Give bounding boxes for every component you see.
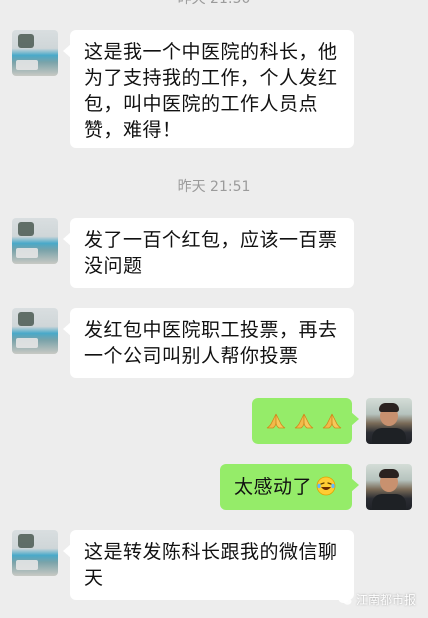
chat-window: 昨天 21:50 这是我一个中医院的科长，他为了支持我的工作，个人发红包，叫中医… (0, 0, 428, 618)
message-text: 太感动了 (234, 476, 313, 498)
praying-hands-icon (266, 412, 286, 430)
praying-hands-icon (294, 412, 314, 430)
user-avatar[interactable] (366, 464, 412, 510)
message-bubble-incoming[interactable]: 这是转发陈科长跟我的微信聊天 (63, 530, 354, 600)
message-bubble-incoming[interactable]: 发红包中医院职工投票，再去一个公司叫别人帮你投票 (63, 308, 354, 378)
timestamp-1: 昨天 21:50 (0, 0, 428, 8)
message-text: 发红包中医院职工投票，再去一个公司叫别人帮你投票 (84, 319, 338, 367)
message-text: 这是我一个中医院的科长，他为了支持我的工作，个人发红包，叫中医院的工作人员点赞，… (84, 41, 338, 141)
contact-avatar[interactable] (12, 30, 58, 76)
message-bubble-outgoing[interactable] (252, 398, 359, 444)
contact-avatar[interactable] (12, 308, 58, 354)
message-bubble-incoming[interactable]: 这是我一个中医院的科长，他为了支持我的工作，个人发红包，叫中医院的工作人员点赞，… (63, 30, 354, 148)
praying-hands-icon (322, 412, 342, 430)
timestamp-2: 昨天 21:51 (177, 179, 251, 195)
message-text: 发了一百个红包，应该一百票没问题 (84, 229, 338, 277)
watermark-text: 江南都市报 (355, 593, 416, 607)
praying-hands-group (266, 408, 342, 434)
user-avatar[interactable] (366, 398, 412, 444)
laughing-tears-emoji-icon (316, 476, 336, 496)
wechat-icon (338, 594, 352, 605)
contact-avatar[interactable] (12, 218, 58, 264)
message-text: 这是转发陈科长跟我的微信聊天 (84, 541, 338, 589)
message-bubble-outgoing[interactable]: 太感动了 (220, 464, 359, 510)
message-bubble-incoming[interactable]: 发了一百个红包，应该一百票没问题 (63, 218, 354, 288)
contact-avatar[interactable] (12, 530, 58, 576)
watermark: 江南都市报 (338, 591, 416, 608)
